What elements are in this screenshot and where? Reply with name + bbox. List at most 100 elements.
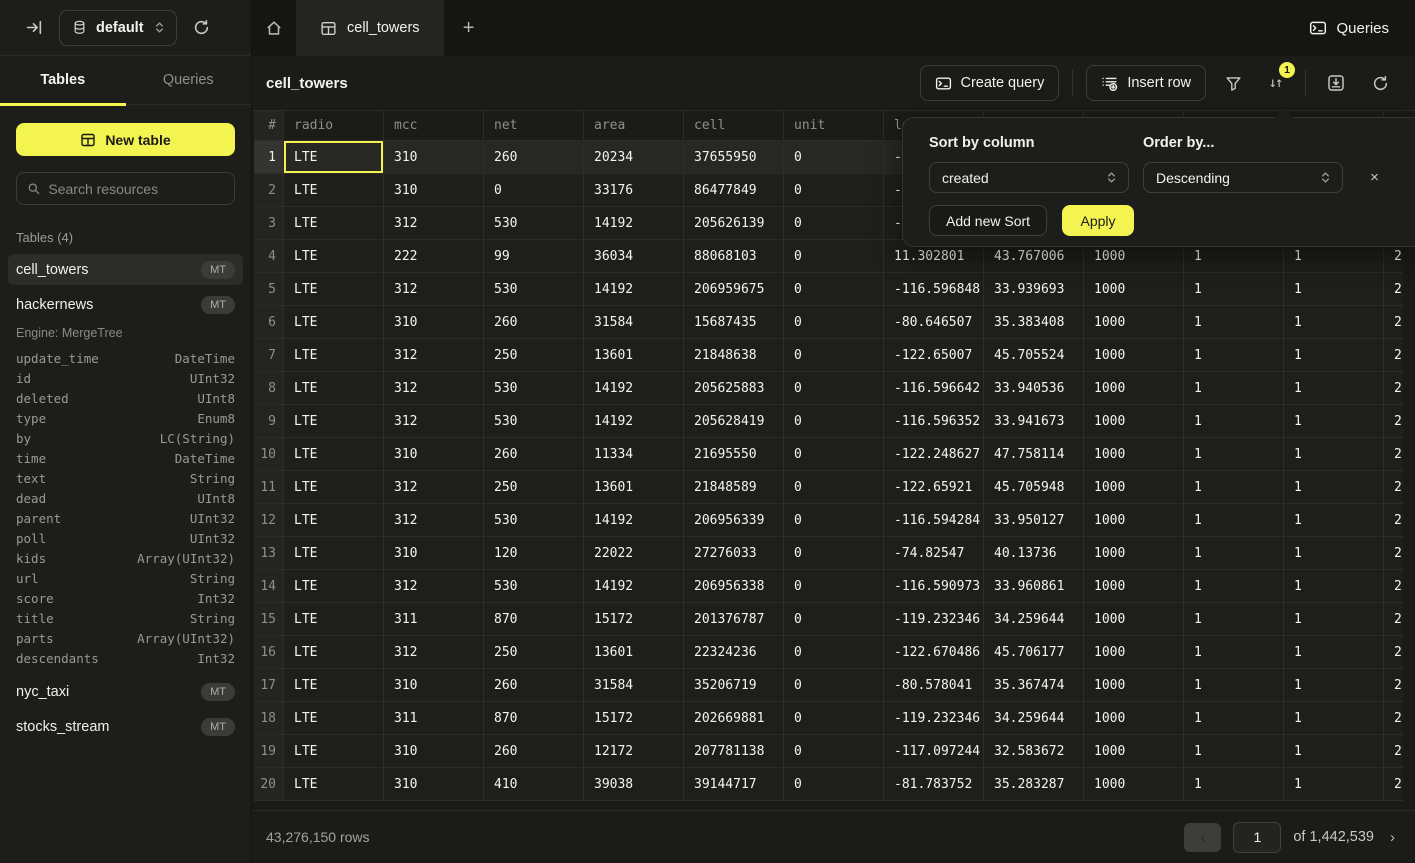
grid-cell[interactable]: 205628419	[684, 405, 784, 438]
grid-cell[interactable]: 2	[1384, 735, 1403, 768]
grid-cell[interactable]: -119.232346	[884, 603, 984, 636]
grid-cell[interactable]: 15172	[584, 603, 684, 636]
grid-cell[interactable]: 1	[1184, 702, 1284, 735]
grid-cell[interactable]: 1000	[1084, 339, 1184, 372]
grid-cell[interactable]: 21848589	[684, 471, 784, 504]
grid-cell[interactable]: 33.940536	[984, 372, 1084, 405]
grid-cell[interactable]: 1000	[1084, 603, 1184, 636]
column-header-unit[interactable]: unit	[784, 111, 884, 141]
grid-cell[interactable]: 1000	[1084, 438, 1184, 471]
grid-cell[interactable]: 13601	[584, 339, 684, 372]
grid-cell[interactable]: 2	[1384, 438, 1403, 471]
grid-cell[interactable]: 312	[384, 339, 484, 372]
grid-cell[interactable]: LTE	[284, 240, 384, 273]
grid-cell[interactable]: 35206719	[684, 669, 784, 702]
grid-cell[interactable]: 33.939693	[984, 273, 1084, 306]
grid-cell[interactable]: 1	[1184, 768, 1284, 801]
grid-cell[interactable]: 530	[484, 570, 584, 603]
grid-cell[interactable]: 33.960861	[984, 570, 1084, 603]
grid-cell[interactable]: 35.383408	[984, 306, 1084, 339]
refresh-databases-icon[interactable]	[188, 14, 216, 42]
grid-cell[interactable]: 202669881	[684, 702, 784, 735]
grid-cell[interactable]: 1	[1284, 603, 1384, 636]
grid-cell[interactable]: 14192	[584, 405, 684, 438]
search-input[interactable]	[48, 181, 224, 197]
grid-cell[interactable]: 1	[1284, 471, 1384, 504]
sort-order-select[interactable]: Descending	[1143, 162, 1343, 193]
grid-cell[interactable]: 1000	[1084, 570, 1184, 603]
grid-cell[interactable]: -122.670486	[884, 636, 984, 669]
grid-cell[interactable]: 120	[484, 537, 584, 570]
grid-cell[interactable]: 0	[784, 273, 884, 306]
grid-cell[interactable]: LTE	[284, 735, 384, 768]
grid-cell[interactable]: 0	[784, 702, 884, 735]
grid-cell[interactable]: 0	[784, 636, 884, 669]
grid-cell[interactable]: LTE	[284, 603, 384, 636]
new-tab-button[interactable]: +	[444, 0, 494, 56]
grid-cell[interactable]: 1	[1284, 306, 1384, 339]
grid-cell[interactable]: 2	[1384, 768, 1403, 801]
grid-cell[interactable]: 47.758114	[984, 438, 1084, 471]
grid-cell[interactable]: 0	[784, 339, 884, 372]
grid-cell[interactable]: 2	[1384, 339, 1403, 372]
grid-cell[interactable]: 2	[1384, 306, 1403, 339]
grid-cell[interactable]: 1000	[1084, 768, 1184, 801]
grid-cell[interactable]: 33.941673	[984, 405, 1084, 438]
grid-cell[interactable]: 1	[1284, 735, 1384, 768]
grid-cell[interactable]: LTE	[284, 471, 384, 504]
column-header-mcc[interactable]: mcc	[384, 111, 484, 141]
queries-button[interactable]: Queries	[1309, 0, 1389, 56]
grid-cell[interactable]: 310	[384, 141, 484, 174]
grid-cell[interactable]: 0	[784, 372, 884, 405]
grid-cell[interactable]: 1	[1184, 306, 1284, 339]
insert-row-button[interactable]: Insert row	[1086, 65, 1206, 101]
grid-cell[interactable]: 39144717	[684, 768, 784, 801]
grid-cell[interactable]: 312	[384, 636, 484, 669]
grid-cell[interactable]: 410	[484, 768, 584, 801]
grid-cell[interactable]: 2	[1384, 636, 1403, 669]
grid-cell[interactable]: 1	[1184, 603, 1284, 636]
grid-cell[interactable]: -122.65007	[884, 339, 984, 372]
grid-cell[interactable]: LTE	[284, 570, 384, 603]
page-number-input[interactable]	[1233, 822, 1281, 853]
grid-cell[interactable]: 1	[1184, 735, 1284, 768]
grid-cell[interactable]: 1	[1284, 669, 1384, 702]
grid-cell[interactable]: 1	[1184, 537, 1284, 570]
grid-cell[interactable]: 0	[784, 240, 884, 273]
grid-cell[interactable]: LTE	[284, 636, 384, 669]
grid-cell[interactable]: 310	[384, 174, 484, 207]
grid-cell[interactable]: 1	[1284, 372, 1384, 405]
grid-cell[interactable]: LTE	[284, 669, 384, 702]
grid-cell[interactable]: 14192	[584, 372, 684, 405]
grid-cell[interactable]: 0	[784, 174, 884, 207]
grid-cell[interactable]: 2	[1384, 471, 1403, 504]
grid-cell[interactable]: 1	[1284, 504, 1384, 537]
grid-cell[interactable]: 312	[384, 471, 484, 504]
grid-cell[interactable]: 310	[384, 735, 484, 768]
grid-cell[interactable]: 260	[484, 735, 584, 768]
sort-button[interactable]: ↓↑ 1	[1258, 66, 1292, 100]
grid-cell[interactable]: 206956339	[684, 504, 784, 537]
grid-cell[interactable]: 222	[384, 240, 484, 273]
grid-cell[interactable]: 35.283287	[984, 768, 1084, 801]
grid-cell[interactable]: 0	[784, 207, 884, 240]
selected-cell[interactable]: LTE	[284, 141, 384, 174]
grid-cell[interactable]: 31584	[584, 306, 684, 339]
grid-cell[interactable]: 2	[1384, 669, 1403, 702]
grid-cell[interactable]: 310	[384, 537, 484, 570]
grid-cell[interactable]: 99	[484, 240, 584, 273]
grid-cell[interactable]: 0	[784, 603, 884, 636]
grid-cell[interactable]: 1	[1184, 339, 1284, 372]
grid-cell[interactable]: 1000	[1084, 504, 1184, 537]
column-header-net[interactable]: net	[484, 111, 584, 141]
grid-cell[interactable]: 1000	[1084, 372, 1184, 405]
grid-cell[interactable]: 37655950	[684, 141, 784, 174]
grid-cell[interactable]: 310	[384, 306, 484, 339]
grid-cell[interactable]: 27276033	[684, 537, 784, 570]
grid-cell[interactable]: 1	[1284, 768, 1384, 801]
grid-cell[interactable]: 1	[1184, 504, 1284, 537]
create-query-button[interactable]: Create query	[920, 65, 1060, 101]
grid-cell[interactable]: 1	[1184, 570, 1284, 603]
grid-cell[interactable]: 311	[384, 603, 484, 636]
grid-cell[interactable]: 12172	[584, 735, 684, 768]
